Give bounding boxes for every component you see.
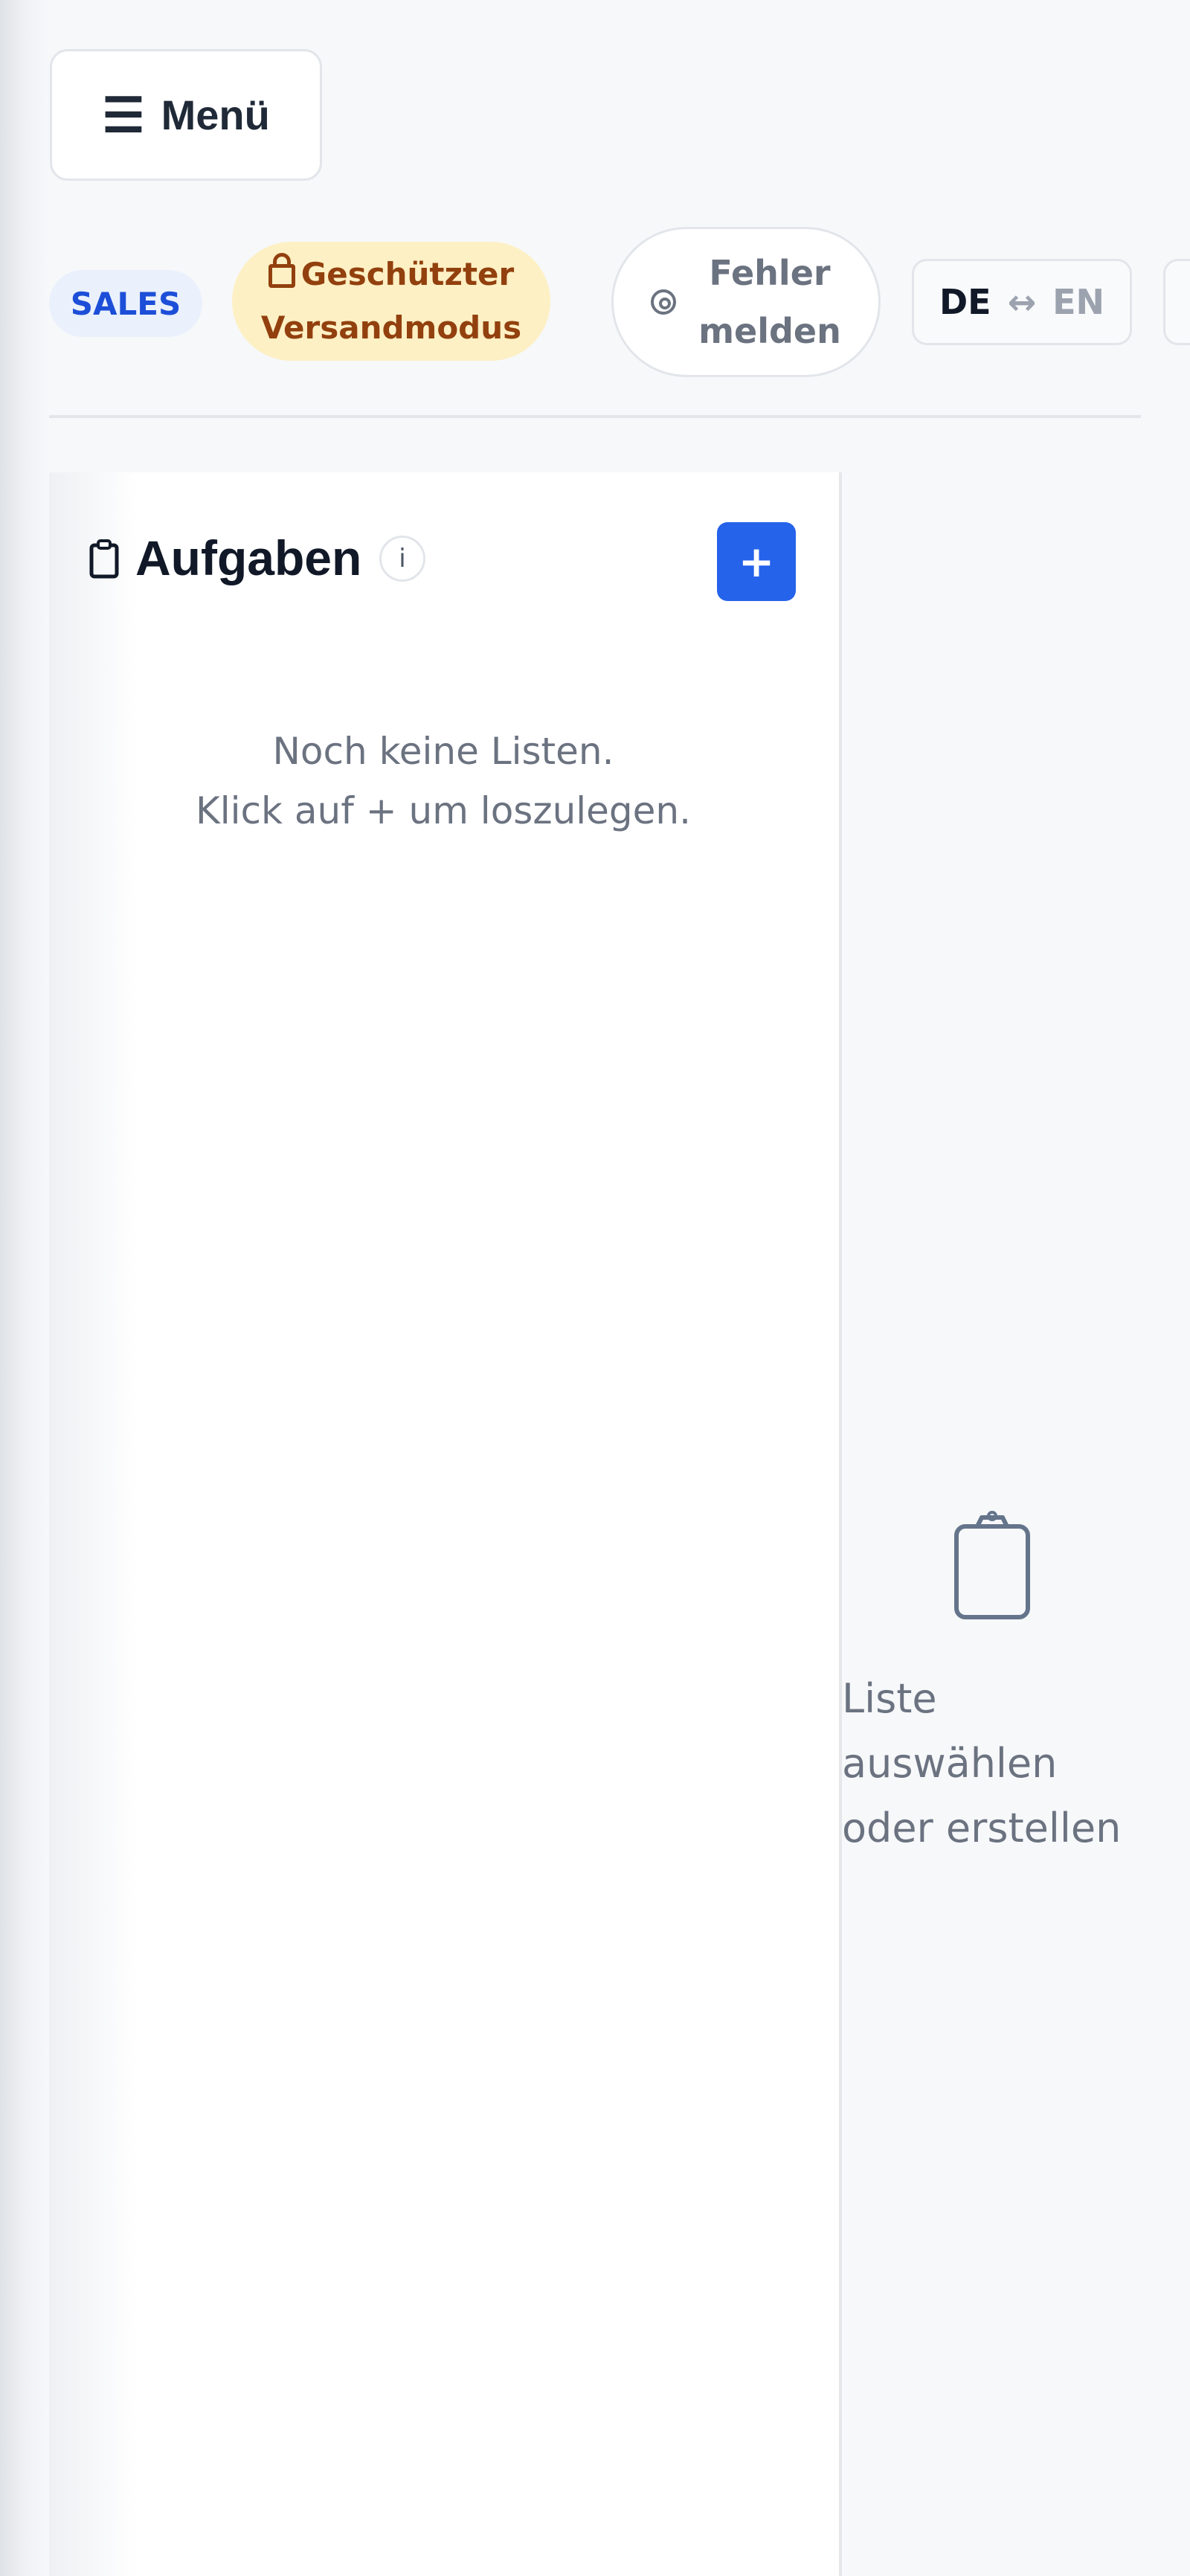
language-active: DE xyxy=(939,282,991,322)
toolbar-overflow-button[interactable] xyxy=(1163,259,1190,345)
task-list-empty-state: Noch keine Listen. Klick auf + um loszul… xyxy=(138,722,748,841)
report-bug-label: Fehler melden xyxy=(698,244,841,360)
panel-divider xyxy=(839,472,842,2576)
language-other: EN xyxy=(1052,282,1105,322)
menu-button[interactable]: ☰ Menü xyxy=(50,49,322,181)
panel-shadow xyxy=(49,472,138,2576)
protected-mode-badge: Geschützter Versandmodus xyxy=(232,242,550,361)
detail-empty-line3: oder erstellen xyxy=(842,1805,1122,1851)
protected-mode-line1: Geschützter xyxy=(300,256,515,292)
menu-button-label: Menü xyxy=(161,91,270,138)
detail-empty-line1: Liste xyxy=(842,1675,937,1722)
detail-empty-line2: auswählen xyxy=(842,1740,1058,1787)
language-toggle[interactable]: DE ↔ EN xyxy=(912,259,1132,345)
protected-mode-line2: Versandmodus xyxy=(260,309,522,346)
report-bug-button[interactable]: Fehler melden xyxy=(611,227,881,377)
header-divider xyxy=(49,415,1141,418)
hamburger-icon: ☰ xyxy=(102,88,145,142)
empty-state-line1: Noch keine Listen. xyxy=(272,730,614,773)
report-bug-line1: Fehler xyxy=(709,253,831,293)
role-badge: SALES xyxy=(49,270,202,337)
left-edge-shadow xyxy=(0,0,49,2576)
lifebuoy-icon xyxy=(651,289,677,315)
clipboard-icon xyxy=(954,1511,1030,1619)
add-list-button[interactable]: + xyxy=(717,522,796,601)
info-icon[interactable]: i xyxy=(379,536,425,582)
clipboard-icon xyxy=(89,539,119,579)
swap-arrow-icon: ↔ xyxy=(1007,282,1037,322)
detail-empty-text: Liste auswählen oder erstellen xyxy=(842,1666,1184,1860)
toolbar: SALES Geschützter Versandmodus Fehler me… xyxy=(49,227,1190,377)
task-panel-title: Aufgaben xyxy=(135,530,362,585)
report-bug-line2: melden xyxy=(698,311,841,351)
lock-icon xyxy=(268,253,295,288)
empty-state-line2: Klick auf + um loszulegen. xyxy=(195,789,691,832)
